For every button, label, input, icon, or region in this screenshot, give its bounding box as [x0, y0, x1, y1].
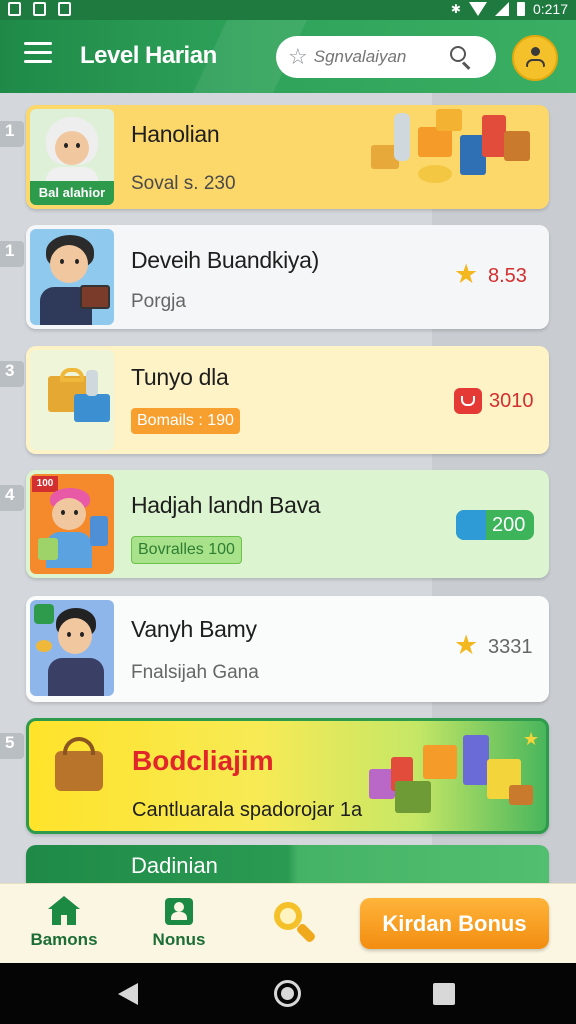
points-value: 200 [492, 514, 526, 536]
home-circle-icon[interactable] [274, 980, 301, 1007]
coupon-icon [454, 388, 482, 414]
notification-icon [8, 2, 21, 16]
star-icon: ★ [454, 259, 479, 289]
list-item[interactable]: Deveih Buandkiya) Porgja ★ 8.53 [26, 225, 549, 329]
sparkle-icon: ★ [523, 729, 540, 749]
list-item[interactable]: Tunyo dla Bomails : 190 3010 [26, 346, 549, 454]
status-time: 0:217 [532, 1, 568, 17]
status-bar: ✱ 0:217 [0, 0, 576, 20]
claim-bonus-button[interactable]: Kirdan Bonus [360, 898, 549, 949]
signal-icon: ✱ [450, 2, 461, 16]
search-bar[interactable]: ☆ [276, 36, 496, 78]
item-subtitle: Fnalsijah Gana [131, 662, 259, 683]
back-icon[interactable] [118, 983, 138, 1005]
level-list[interactable]: 1 Bal alahior Hanolian Soval s. 230 1 De… [0, 93, 576, 883]
nav-home[interactable]: Bamons [24, 896, 104, 950]
rank-number: 1 [0, 241, 24, 267]
ticket-icon [456, 510, 486, 540]
nav-bonus-label: Nonus [152, 930, 206, 949]
promo-banner[interactable]: Bodcliajim Cantluarala spadorojar 1a ★ [26, 718, 549, 834]
notification-icon [33, 2, 46, 16]
avatar [30, 600, 114, 696]
thumb-tag: 100 [32, 476, 58, 492]
points-pill: 200 [456, 510, 534, 540]
star-icon: ☆ [288, 44, 308, 69]
star-icon: ★ [454, 630, 479, 660]
points-value: 3331 [488, 636, 533, 658]
cellular-icon [494, 2, 509, 16]
nav-home-label: Bamons [30, 930, 98, 949]
menu-icon[interactable] [24, 42, 52, 66]
list-item[interactable]: 100 Hadjah landn Bava Bovralles 100 200 [26, 470, 549, 578]
points-value: 3010 [489, 390, 534, 412]
search-input[interactable] [313, 47, 444, 67]
rank-number: 3 [0, 361, 24, 387]
magnifier-icon[interactable] [272, 900, 320, 948]
list-item[interactable]: Vanyh Bamy Fnalsijah Gana ★ 3331 [26, 596, 549, 702]
avatar: Bal alahior [30, 109, 114, 205]
app-bar: Level Harian ☆ [0, 20, 576, 93]
item-title: Tunyo dla [131, 364, 229, 390]
gift-icon [163, 896, 195, 926]
rank-number: 1 [0, 121, 24, 147]
basket-icon [55, 737, 103, 791]
item-title: Hanolian [131, 121, 220, 147]
profile-icon[interactable] [512, 35, 558, 81]
rank-number: 4 [0, 485, 24, 511]
bottom-nav: Bamons Nonus Kirdan Bonus [0, 883, 576, 963]
recents-icon[interactable] [433, 983, 455, 1005]
avatar: 100 [30, 474, 114, 574]
promo-title: Bodcliajim [132, 745, 274, 776]
nav-bonus[interactable]: Nonus [139, 896, 219, 950]
bonus-badge: Bomails : 190 [131, 408, 240, 434]
avatar [30, 229, 114, 325]
bonus-badge: Bovralles 100 [131, 536, 242, 564]
item-subtitle: Soval s. 230 [131, 173, 236, 194]
rank-number: 5 [0, 733, 24, 759]
thumb-label: Bal alahior [30, 181, 114, 205]
points-value: 8.53 [488, 265, 527, 287]
battery-icon [516, 2, 525, 16]
promo-subtitle: Cantluarala spadorojar 1a [132, 799, 363, 821]
list-item[interactable]: Bal alahior Hanolian Soval s. 230 [26, 105, 549, 209]
wifi-icon [468, 2, 487, 16]
goods-thumbnail [30, 350, 114, 450]
item-title: Dadinian [131, 853, 218, 878]
page-title: Level Harian [80, 42, 217, 69]
item-title: Deveih Buandkiya) [131, 247, 319, 273]
item-title: Hadjah landn Bava [131, 492, 321, 518]
item-title: Vanyh Bamy [131, 616, 257, 642]
system-nav-bar [0, 963, 576, 1024]
notification-icon [58, 2, 71, 16]
home-icon [48, 896, 80, 926]
item-subtitle: Porgja [131, 291, 186, 312]
list-item[interactable]: Dadinian [26, 845, 549, 883]
search-icon[interactable] [448, 45, 472, 70]
